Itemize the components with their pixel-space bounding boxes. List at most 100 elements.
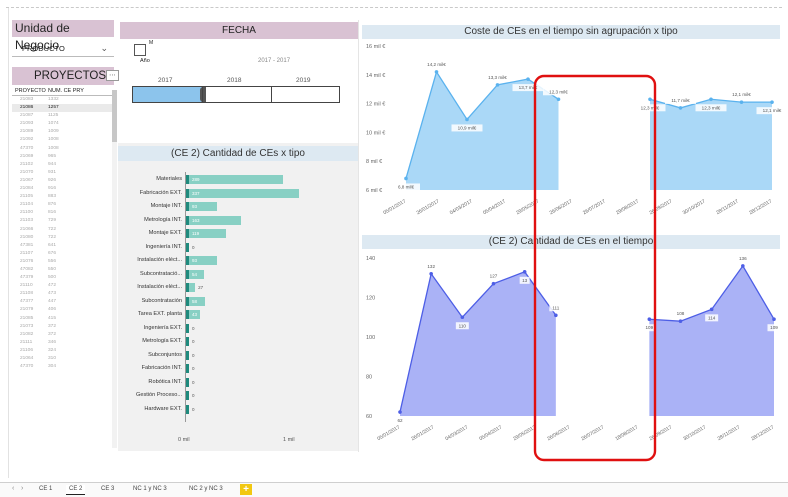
proyectos-table: PROYECTO NUM. CE PRY 21083 1332 21086 1257 2… xyxy=(12,86,116,452)
add-page-button[interactable]: + xyxy=(240,484,252,495)
proyecto-row[interactable]: 21086 1257 xyxy=(12,104,116,113)
tab-ce3[interactable]: CE 3 xyxy=(98,485,117,494)
bar-row[interactable]: Subcontratació... 54 xyxy=(120,267,356,281)
bar-row[interactable]: Fabricación EXT. 337 xyxy=(120,186,356,200)
col-num-ce[interactable]: NUM. CE PRY xyxy=(48,86,84,95)
bar-value-label: 0 xyxy=(192,366,195,371)
proyecto-row[interactable]: 47082 550 xyxy=(12,266,116,274)
bar-row[interactable]: Materiales 289 xyxy=(120,172,356,186)
chevron-down-icon[interactable]: ⌄ xyxy=(100,40,108,57)
proyecto-row[interactable]: 21106 324 xyxy=(12,347,116,355)
x-tick-label: 05/04/2017 xyxy=(478,424,503,442)
bar-row[interactable]: Robótica INT. 0 xyxy=(120,375,356,389)
tab-ce2[interactable]: CE 2 xyxy=(66,485,86,495)
bar-mark[interactable] xyxy=(186,256,218,265)
unidad-negocio-dropdown[interactable]: PRODUCTO ⌄ xyxy=(12,40,114,57)
proyecto-row[interactable]: 21102 944 xyxy=(12,161,116,169)
tab-nc1-nc3[interactable]: NC 1 y NC 3 xyxy=(130,485,170,494)
proyecto-row[interactable]: 47381 641 xyxy=(12,242,116,250)
proyecto-num-ce: 1332 xyxy=(48,97,59,102)
proyecto-row[interactable]: 21069 965 xyxy=(12,153,116,161)
y-tick-label: 12 mil € xyxy=(366,102,385,108)
bar-mark[interactable] xyxy=(186,404,189,414)
proyecto-row[interactable]: 21064 310 xyxy=(12,355,116,363)
proyecto-row[interactable]: 21070 931 xyxy=(12,169,116,177)
bar-axis-label: 0 mil xyxy=(178,437,190,443)
proyecto-row[interactable]: 47379 500 xyxy=(12,274,116,282)
x-tick-label: 28/12/2017 xyxy=(748,198,773,216)
bar-row[interactable]: Tarea EXT. planta 43 xyxy=(120,307,356,321)
bar-mark[interactable] xyxy=(186,337,189,346)
bar-row[interactable]: Ingeniería INT. 0 xyxy=(120,240,356,254)
bar-row[interactable]: Instalación eléct... 27 xyxy=(120,280,356,294)
proyecto-row[interactable]: 21105 883 xyxy=(12,193,116,201)
bar-mark[interactable] xyxy=(186,323,189,333)
proyecto-row[interactable]: 21083 1332 xyxy=(12,96,116,104)
bar-mark[interactable] xyxy=(186,202,218,211)
proyecto-row[interactable]: 21066 722 xyxy=(12,226,116,234)
proyecto-row[interactable]: 21107 676 xyxy=(12,250,116,258)
proyecto-row[interactable]: 21103 729 xyxy=(12,217,116,225)
proyecto-row[interactable]: 21087 1125 xyxy=(12,112,116,120)
proyecto-row[interactable]: 21108 473 xyxy=(12,290,116,298)
proyecto-row[interactable]: 21082 372 xyxy=(12,331,116,339)
proyecto-num-ce: 965 xyxy=(48,153,57,159)
proyecto-row[interactable]: 21110 472 xyxy=(12,282,116,290)
bar-mark[interactable] xyxy=(186,364,189,373)
proyecto-row[interactable]: 21092 1008 xyxy=(12,136,116,144)
bar-row[interactable]: Instalación eléct... 93 xyxy=(120,253,356,267)
scrollbar-thumb[interactable] xyxy=(112,90,117,142)
calendar-icon[interactable] xyxy=(134,44,146,56)
proyecto-row[interactable]: 21079 406 xyxy=(12,306,116,314)
y-tick-label: 8 mil € xyxy=(366,159,382,165)
proyecto-row[interactable]: 21104 876 xyxy=(12,201,116,209)
bar-row[interactable]: Hardware EXT. 0 xyxy=(120,402,356,416)
fecha-title: FECHA xyxy=(120,22,358,39)
proyecto-row[interactable]: 21084 916 xyxy=(12,185,116,193)
bar-row[interactable]: Gestión Proceso... 0 xyxy=(120,388,356,402)
bar-row[interactable]: Metrología EXT. 0 xyxy=(120,334,356,348)
tab-ce1[interactable]: CE 1 xyxy=(36,485,55,494)
tab-nc2-nc3[interactable]: NC 2 y NC 3 xyxy=(186,485,226,494)
timeline-selection[interactable] xyxy=(133,87,205,102)
focus-mode-icon[interactable]: ⋯ xyxy=(106,70,119,81)
proyecto-row[interactable]: 21093 1074 xyxy=(12,120,116,128)
proyecto-row[interactable]: 47370 1008 xyxy=(12,145,116,153)
bar-mark[interactable] xyxy=(186,377,189,387)
proyecto-row[interactable]: 21089 1009 xyxy=(12,128,116,136)
proyecto-id: 21108 xyxy=(20,291,33,297)
bar-row[interactable]: Subcontratación 58 xyxy=(120,294,356,308)
proyecto-row[interactable]: 21076 556 xyxy=(12,258,116,266)
bar-mark[interactable] xyxy=(186,283,196,292)
proyecto-row[interactable]: 21085 415 xyxy=(12,315,116,323)
proyecto-row[interactable]: 21100 816 xyxy=(12,209,116,217)
x-tick-label: 30/10/2017 xyxy=(682,198,707,216)
bar-row[interactable]: Metrología INT. 163 xyxy=(120,213,356,227)
bar-mark[interactable] xyxy=(186,350,189,360)
bar-mark[interactable] xyxy=(186,391,189,400)
proyecto-row[interactable]: 47377 447 xyxy=(12,298,116,306)
proyecto-row[interactable]: 21073 372 xyxy=(12,323,116,331)
bar-row[interactable]: Fabricación INT. 0 xyxy=(120,361,356,375)
bar-row[interactable]: Montaje INT. 93 xyxy=(120,199,356,213)
bar-row[interactable]: Ingeniería EXT. 0 xyxy=(120,321,356,335)
tab-next-icon[interactable]: › xyxy=(21,485,23,492)
bar-row[interactable]: Montaje EXT. 119 xyxy=(120,226,356,240)
bar-value-label: 58 xyxy=(192,298,198,304)
proyecto-row[interactable]: 21111 346 xyxy=(12,339,116,347)
bar-mark[interactable] xyxy=(186,242,189,252)
data-label: 132 xyxy=(427,264,435,269)
bar-mark[interactable] xyxy=(186,188,300,198)
timeline-slider[interactable] xyxy=(132,86,340,103)
tab-prev-icon[interactable]: ‹ xyxy=(12,485,14,492)
proyecto-num-ce: 641 xyxy=(48,242,57,248)
timeline-handle[interactable] xyxy=(200,87,206,102)
bar-row[interactable]: Subconjuntos 0 xyxy=(120,348,356,362)
bar-mark[interactable] xyxy=(186,175,284,184)
col-proyecto[interactable]: PROYECTO xyxy=(12,86,48,95)
proyecto-row[interactable]: 21080 722 xyxy=(12,234,116,242)
proyecto-row[interactable]: 47370 304 xyxy=(12,363,116,371)
proyectos-scrollbar[interactable] xyxy=(112,90,117,448)
data-label: 13,3 mil€ xyxy=(488,75,507,80)
proyecto-row[interactable]: 21067 926 xyxy=(12,177,116,185)
